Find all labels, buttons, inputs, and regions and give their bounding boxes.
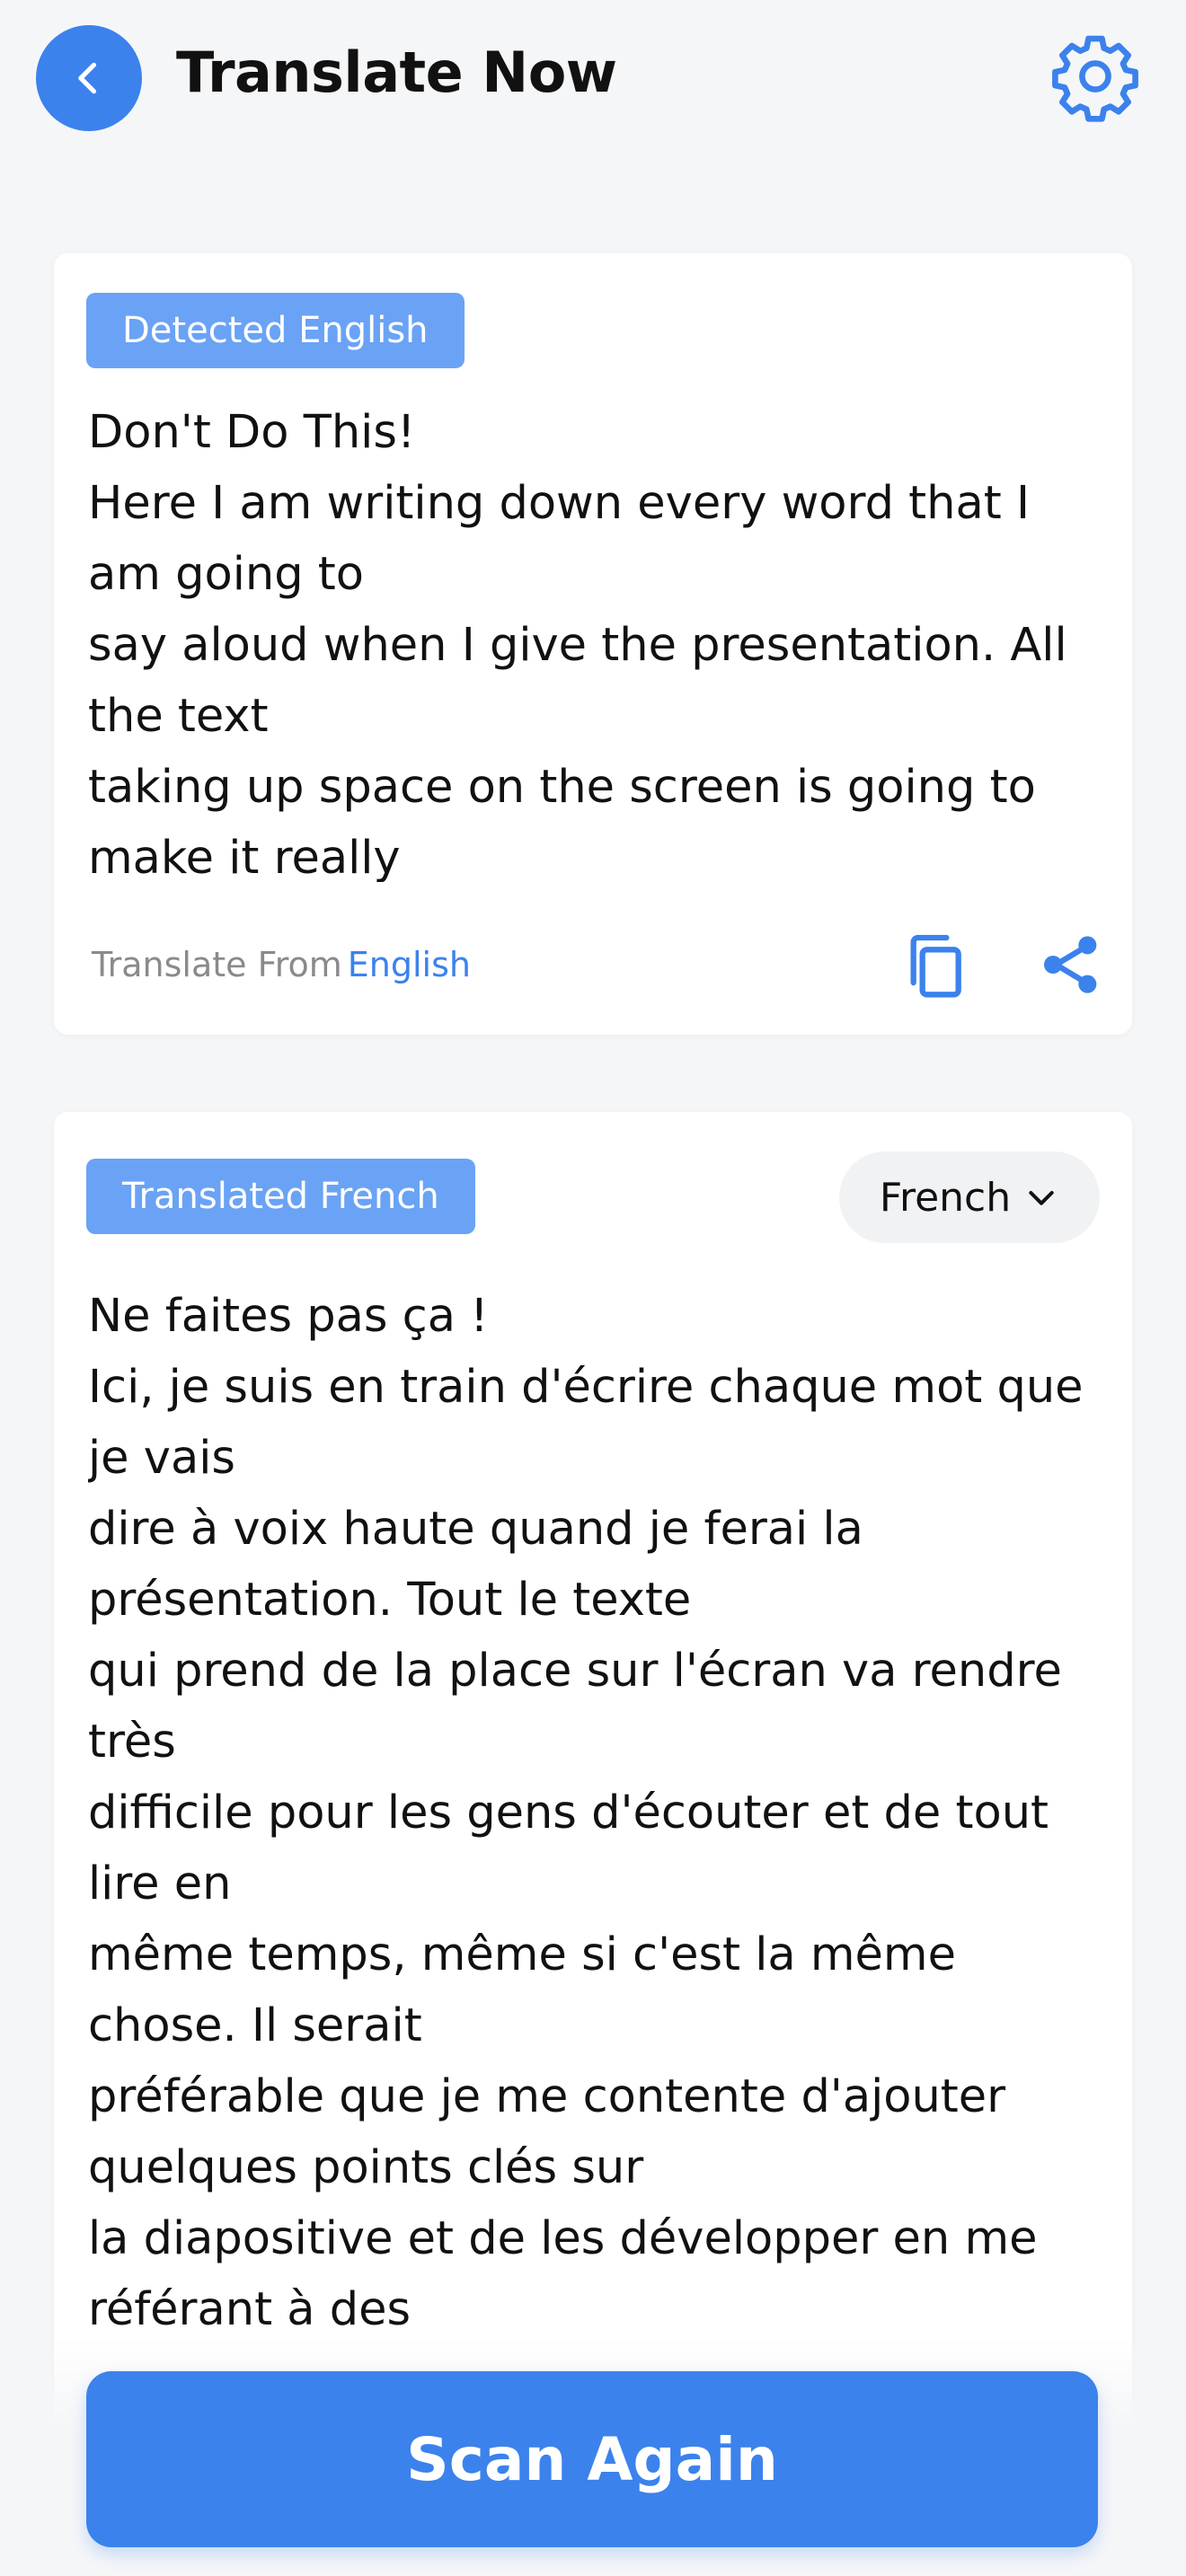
share-button[interactable]	[1035, 929, 1107, 1001]
translate-from-language[interactable]: English	[348, 945, 471, 984]
copy-icon	[910, 934, 961, 998]
translate-from-row[interactable]: Translate From English	[92, 938, 471, 992]
scan-again-button[interactable]: Scan Again	[86, 2371, 1098, 2547]
copy-button[interactable]	[898, 929, 970, 1001]
target-language-label: French	[879, 1174, 1012, 1221]
gear-icon	[1052, 35, 1138, 122]
translate-screen: Translate Now Detected English Don't Do …	[0, 0, 1186, 2576]
settings-button[interactable]	[1048, 29, 1143, 124]
back-button[interactable]	[36, 25, 142, 131]
back-arrow-icon	[78, 62, 97, 94]
source-text-card: Detected English Don't Do This! Here I a…	[54, 253, 1132, 1035]
page-title: Translate Now	[176, 40, 617, 105]
target-language-dropdown[interactable]: French	[839, 1151, 1100, 1243]
translate-from-label: Translate From	[92, 945, 342, 984]
translated-language-badge: Translated French	[86, 1159, 475, 1234]
source-text[interactable]: Don't Do This! Here I am writing down ev…	[88, 397, 1112, 882]
detected-language-badge: Detected English	[86, 293, 465, 368]
chevron-down-icon	[1029, 1191, 1054, 1205]
share-icon	[1044, 936, 1097, 993]
